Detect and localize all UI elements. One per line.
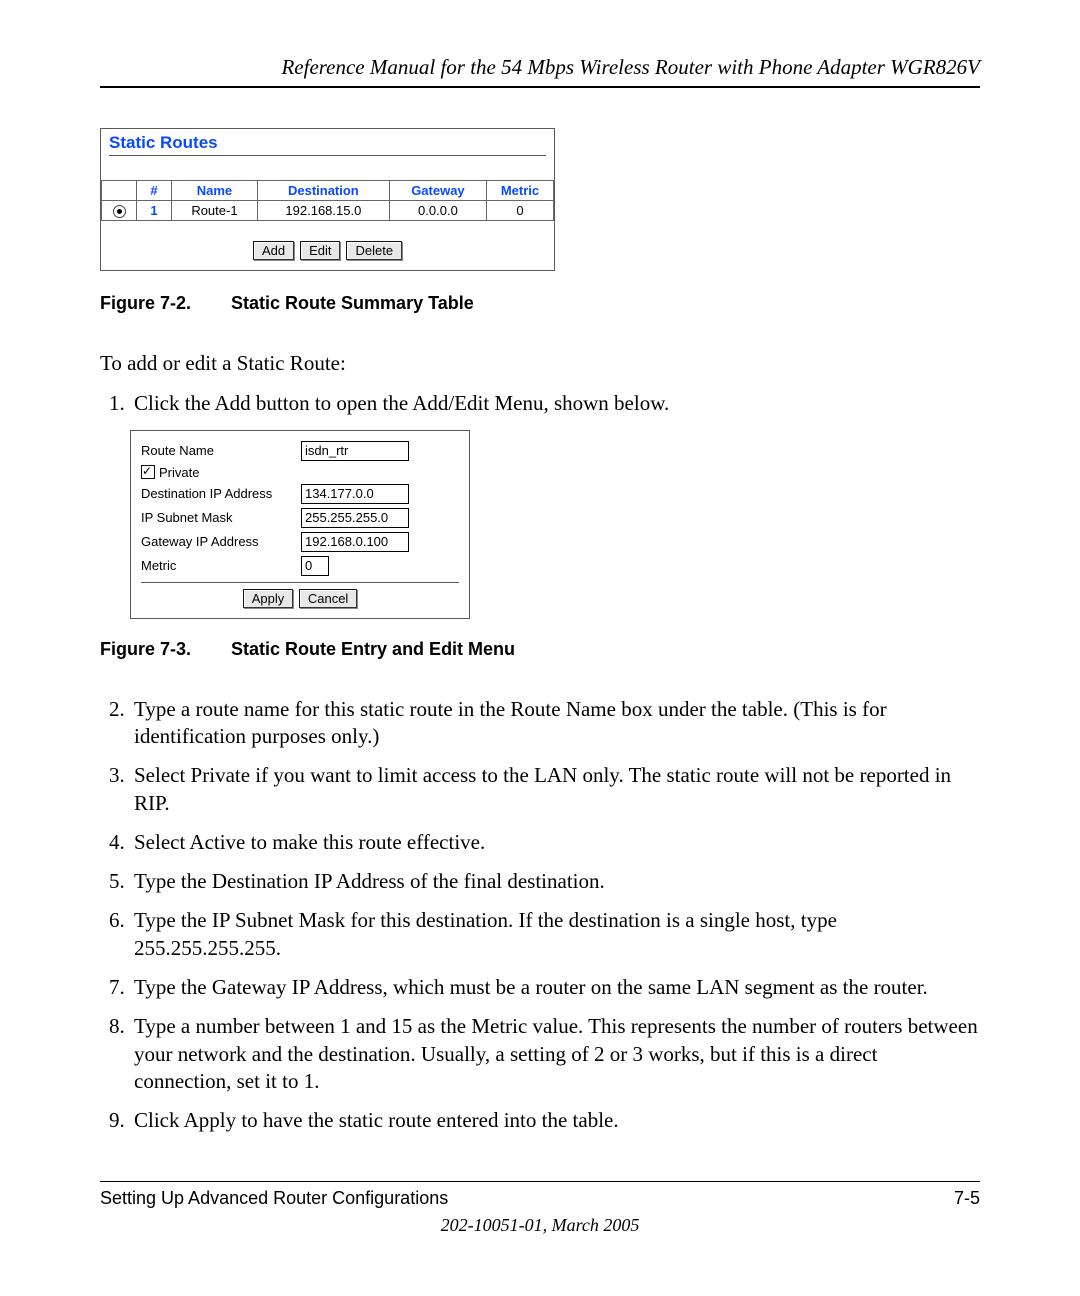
add-button[interactable]: Add — [253, 241, 294, 260]
label-dest-ip: Destination IP Address — [141, 486, 301, 501]
col-name: Name — [172, 181, 258, 201]
input-route-name[interactable]: isdn_rtr — [301, 441, 409, 461]
col-destination: Destination — [257, 181, 389, 201]
static-routes-panel: Static Routes # Name Destination Gateway… — [100, 128, 555, 271]
figure-7-3-caption: Figure 7-3. Static Route Entry and Edit M… — [100, 639, 980, 660]
panel-button-row: Add Edit Delete — [101, 221, 554, 270]
page-footer: Setting Up Advanced Router Configuration… — [100, 1181, 980, 1236]
panel2-divider — [141, 582, 459, 583]
input-metric[interactable]: 0 — [301, 556, 329, 576]
input-dest-ip[interactable]: 134.177.0.0 — [301, 484, 409, 504]
label-metric: Metric — [141, 558, 301, 573]
fig-num: Figure 7-2. — [100, 293, 191, 313]
row-dest: 192.168.15.0 — [257, 201, 389, 221]
input-gateway-ip[interactable]: 192.168.0.100 — [301, 532, 409, 552]
row-radio[interactable] — [113, 205, 126, 218]
checkbox-private[interactable] — [141, 465, 155, 479]
delete-button[interactable]: Delete — [346, 241, 402, 260]
footer-left: Setting Up Advanced Router Configuration… — [100, 1188, 448, 1209]
label-private: Private — [159, 465, 199, 480]
fig-text: Static Route Summary Table — [231, 293, 474, 313]
row-num: 1 — [137, 201, 172, 221]
fig-num: Figure 7-3. — [100, 639, 191, 659]
label-route-name: Route Name — [141, 443, 301, 458]
table-row[interactable]: 1 Route-1 192.168.15.0 0.0.0.0 0 — [102, 201, 554, 221]
step-2: Type a route name for this static route … — [130, 696, 980, 751]
row-name: Route-1 — [172, 201, 258, 221]
row-metric: 0 — [487, 201, 554, 221]
fig-text: Static Route Entry and Edit Menu — [231, 639, 515, 659]
route-edit-panel: Route Name isdn_rtr Private Destination … — [130, 430, 470, 619]
figure-7-2-caption: Figure 7-2. Static Route Summary Table — [100, 293, 980, 314]
footer-page-number: 7-5 — [954, 1188, 980, 1209]
step-5: Type the Destination IP Address of the f… — [130, 868, 980, 895]
step-9: Click Apply to have the static route ent… — [130, 1107, 980, 1134]
panel-title: Static Routes — [101, 129, 554, 155]
row-gw: 0.0.0.0 — [389, 201, 486, 221]
step-7: Type the Gateway IP Address, which must … — [130, 974, 980, 1001]
footer-rule — [100, 1181, 980, 1182]
step-3: Select Private if you want to limit acce… — [130, 762, 980, 817]
col-metric: Metric — [487, 181, 554, 201]
step-4: Select Active to make this route effecti… — [130, 829, 980, 856]
cancel-button[interactable]: Cancel — [299, 589, 357, 608]
running-header: Reference Manual for the 54 Mbps Wireles… — [100, 55, 980, 80]
step-6: Type the IP Subnet Mask for this destina… — [130, 907, 980, 962]
header-rule — [100, 86, 980, 88]
col-gateway: Gateway — [389, 181, 486, 201]
col-num: # — [137, 181, 172, 201]
label-subnet-mask: IP Subnet Mask — [141, 510, 301, 525]
step-1: Click the Add button to open the Add/Edi… — [130, 390, 980, 417]
step-8: Type a number between 1 and 15 as the Me… — [130, 1013, 980, 1095]
edit-button[interactable]: Edit — [300, 241, 340, 260]
input-subnet-mask[interactable]: 255.255.255.0 — [301, 508, 409, 528]
apply-button[interactable]: Apply — [243, 589, 294, 608]
intro-text: To add or edit a Static Route: — [100, 350, 980, 376]
panel-subrule — [109, 155, 546, 156]
col-select — [102, 181, 137, 201]
routes-table: # Name Destination Gateway Metric 1 Rout… — [101, 180, 554, 221]
label-gateway-ip: Gateway IP Address — [141, 534, 301, 549]
footer-date: 202-10051-01, March 2005 — [100, 1215, 980, 1236]
